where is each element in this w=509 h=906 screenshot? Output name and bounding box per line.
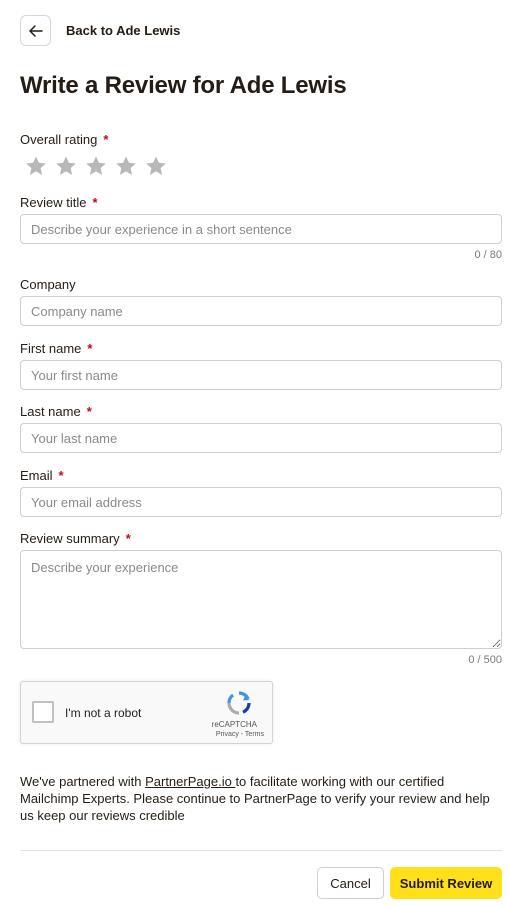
last-name-input[interactable] [20,423,502,453]
overall-rating-label: Overall rating * [20,132,108,147]
required-mark: * [87,341,93,356]
review-title-counter: 0 / 80 [474,249,502,261]
review-summary-label: Review summary * [20,531,131,546]
first-name-label-text: First name [20,341,82,356]
recaptcha-label: I'm not a robot [65,706,142,720]
required-mark: * [86,404,92,419]
review-title-label-text: Review title [20,195,87,210]
star-icon[interactable] [84,154,108,178]
back-link[interactable]: Back to Ade Lewis [66,23,180,38]
first-name-input[interactable] [20,360,502,390]
email-label-text: Email [20,468,53,483]
submit-review-button[interactable]: Submit Review [390,867,502,899]
review-summary-textarea[interactable] [20,550,502,649]
recaptcha-logo-icon [227,691,251,715]
review-title-input[interactable] [20,214,502,244]
review-summary-label-text: Review summary [20,531,120,546]
review-title-label: Review title * [20,195,98,210]
partnerpage-link[interactable]: PartnerPage.io [145,774,235,789]
required-mark: * [92,195,98,210]
last-name-label-text: Last name [20,404,81,419]
required-mark: * [103,132,109,147]
star-icon[interactable] [114,154,138,178]
cancel-button[interactable]: Cancel [317,867,384,899]
required-mark: * [58,468,64,483]
partnerpage-notice: We've partnered with PartnerPage.io to f… [20,773,502,824]
footer-divider [20,850,502,851]
recaptcha-brand: reCAPTCHA [211,720,257,729]
last-name-label: Last name * [20,404,92,419]
company-input[interactable] [20,296,502,326]
recaptcha-privacy-terms[interactable]: Privacy - Terms [21,731,264,738]
page-title: Write a Review for Ade Lewis [20,72,347,99]
email-input[interactable] [20,487,502,517]
first-name-label: First name * [20,341,92,356]
star-rating [24,154,168,178]
star-icon[interactable] [54,154,78,178]
recaptcha-widget: I'm not a robot reCAPTCHA Privacy - Term… [20,681,273,744]
notice-prefix: We've partnered with [20,774,146,789]
review-summary-counter: 0 / 500 [468,654,502,666]
star-icon[interactable] [144,154,168,178]
arrow-left-icon [28,24,43,37]
back-button[interactable] [20,15,51,46]
overall-rating-label-text: Overall rating [20,132,98,147]
required-mark: * [125,531,131,546]
email-label: Email * [20,468,64,483]
company-label: Company [20,277,76,292]
star-icon[interactable] [24,154,48,178]
